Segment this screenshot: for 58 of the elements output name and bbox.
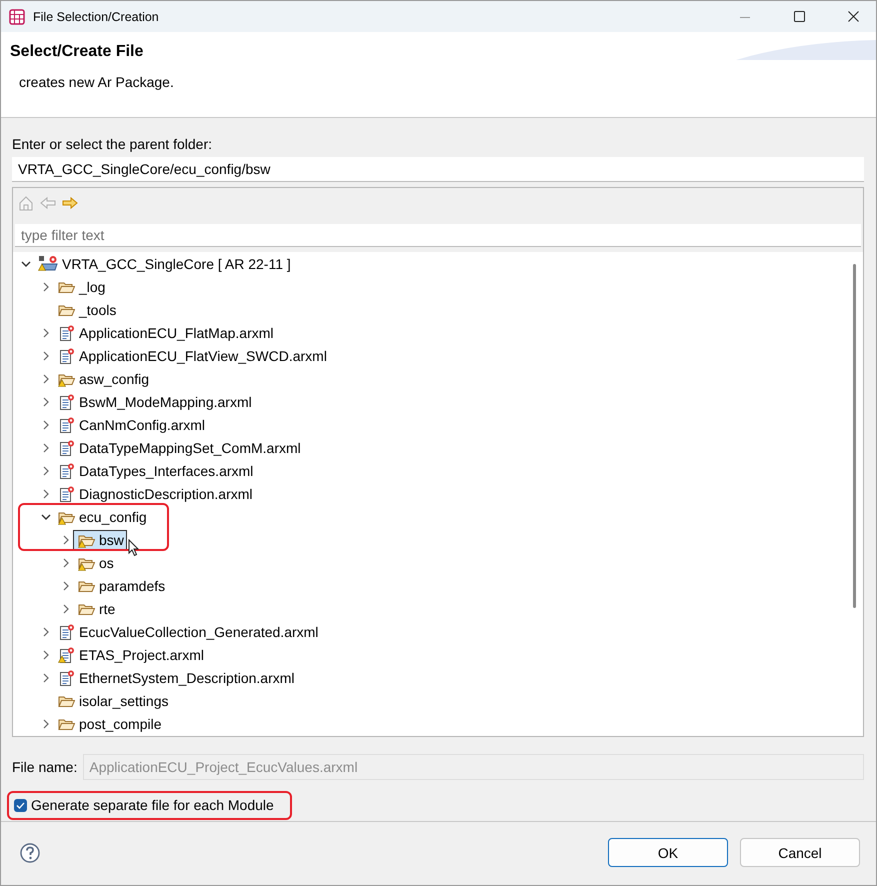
forward-button[interactable] (62, 195, 78, 211)
app-icon (9, 8, 25, 24)
filter-field[interactable]: type filter text (15, 224, 861, 247)
chevron-right-icon[interactable] (61, 580, 71, 590)
mouse-pointer-icon (128, 539, 140, 557)
chevron-right-icon[interactable] (41, 466, 51, 476)
chevron-right-icon[interactable] (61, 604, 71, 614)
tree-item[interactable]: BswM_ModeMapping.arxml (53, 392, 255, 412)
tree-item[interactable]: ETAS_Project.arxml (53, 644, 207, 664)
window-title: File Selection/Creation (33, 10, 160, 24)
scrollbar-thumb[interactable] (853, 264, 856, 608)
tree-item[interactable]: DataTypes_Interfaces.arxml (53, 460, 256, 480)
tree-item[interactable]: DiagnosticDescription.arxml (53, 484, 256, 504)
chevron-right-icon[interactable] (41, 282, 51, 292)
tree-item[interactable]: _tools (53, 300, 120, 320)
tree-item[interactable]: rte (73, 598, 118, 618)
field-label: Enter or select the parent folder: (12, 136, 212, 152)
dialog-description: creates new Ar Package. (19, 74, 174, 90)
chevron-right-icon[interactable] (61, 558, 71, 568)
checkbox[interactable] (14, 798, 27, 812)
checkbox-label: Generate separate file for each Module (31, 797, 274, 813)
chevron-right-icon[interactable] (41, 350, 51, 360)
tree-item[interactable]: ecu_config (53, 506, 150, 526)
ok-button[interactable]: OK (608, 838, 728, 867)
chevron-right-icon[interactable] (41, 442, 51, 452)
help-icon[interactable] (20, 842, 40, 862)
chevron-right-icon[interactable] (41, 672, 51, 682)
tree-item[interactable]: EthernetSystem_Description.arxml (53, 668, 298, 688)
tree-item[interactable]: asw_config (53, 368, 152, 388)
chevron-down-icon[interactable] (41, 512, 51, 522)
chevron-right-icon[interactable] (41, 626, 51, 636)
chevron-right-icon[interactable] (41, 374, 51, 384)
tree-item[interactable]: ApplicationECU_FlatMap.arxml (53, 322, 277, 342)
chevron-right-icon[interactable] (41, 718, 51, 728)
tree-item[interactable]: VRTA_GCC_SingleCore [ AR 22-11 ] (33, 254, 294, 274)
tree-item[interactable]: ApplicationECU_FlatView_SWCD.arxml (53, 346, 330, 366)
chevron-right-icon[interactable] (41, 650, 51, 660)
chevron-right-icon[interactable] (61, 534, 71, 544)
tree-item[interactable]: DataTypeMappingSet_ComM.arxml (53, 438, 304, 458)
chevron-down-icon[interactable] (21, 258, 31, 268)
tree-item[interactable]: isolar_settings (53, 690, 172, 710)
dialog-title: Select/Create File (10, 43, 144, 61)
tree-item[interactable]: _log (53, 276, 108, 296)
field-label: File name: (12, 759, 78, 775)
tree-item[interactable]: EcucValueCollection_Generated.arxml (53, 622, 322, 642)
tree-item[interactable]: os (73, 552, 117, 572)
chevron-right-icon[interactable] (41, 328, 51, 338)
tree-item[interactable]: post_compile (53, 714, 164, 734)
chevron-right-icon[interactable] (41, 396, 51, 406)
chevron-right-icon[interactable] (41, 420, 51, 430)
close-icon (848, 11, 858, 22)
folder-path-field[interactable]: VRTA_GCC_SingleCore/ecu_config/bsw (12, 157, 864, 182)
tree-item[interactable]: bsw (73, 530, 127, 550)
chevron-right-icon[interactable] (41, 488, 51, 498)
cancel-button[interactable]: Cancel (740, 838, 860, 867)
maximize-icon (794, 11, 804, 22)
tree-item[interactable]: paramdefs (73, 576, 168, 596)
tree-item[interactable]: CanNmConfig.arxml (53, 414, 208, 434)
